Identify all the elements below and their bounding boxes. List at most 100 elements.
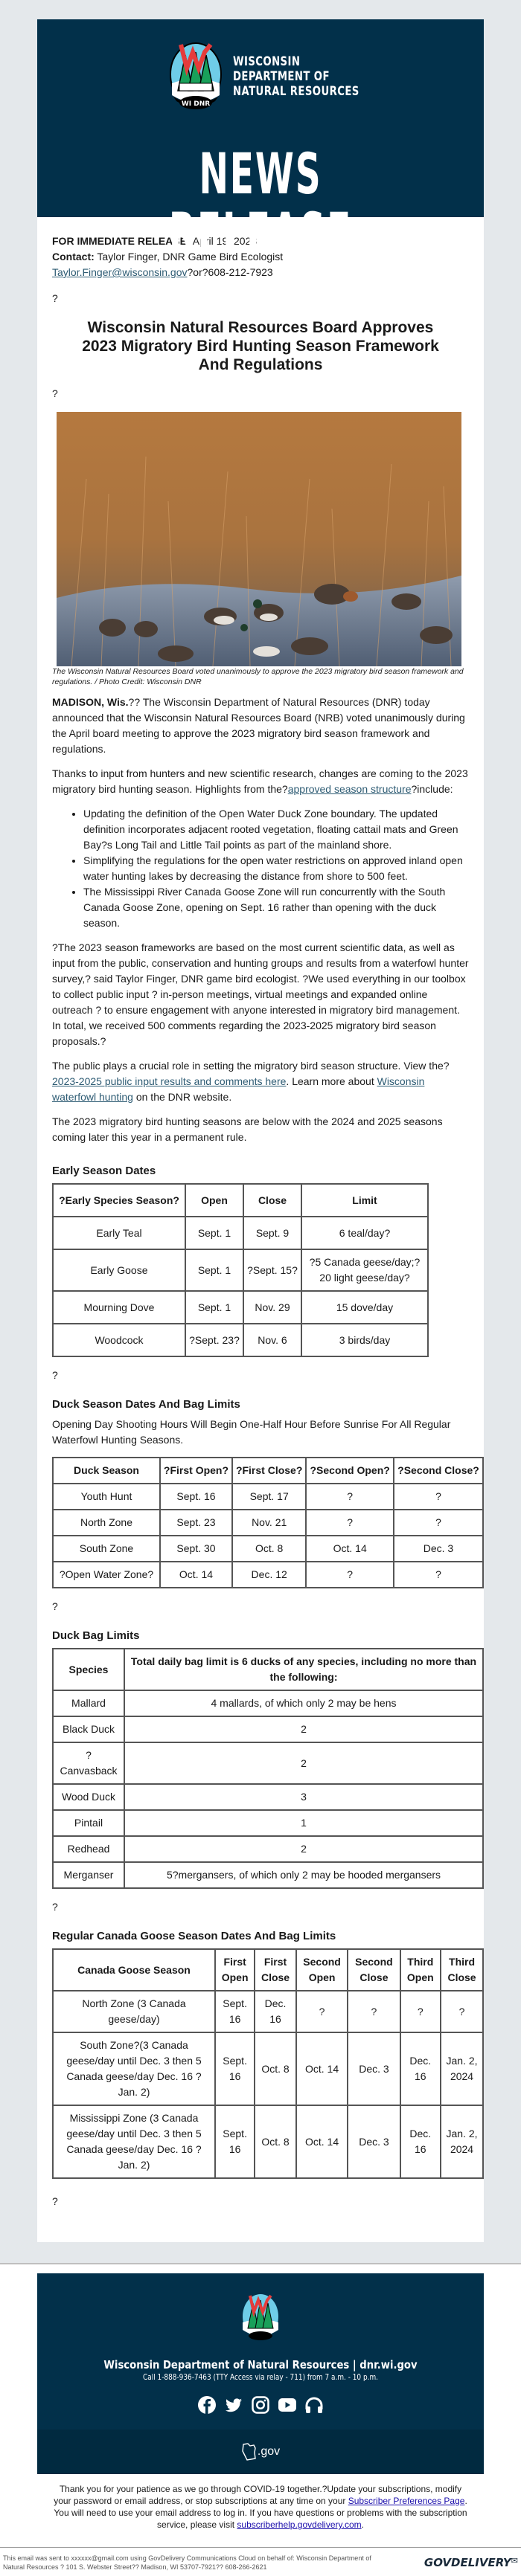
org-name: WISCONSIN DEPARTMENT OF NATURAL RESOURCE… xyxy=(233,54,361,99)
spacer-char: ? xyxy=(52,387,58,399)
duck-season-table: Duck Season ?First Open? ?First Close? ?… xyxy=(52,1457,485,1588)
table-cell: Mourning Dove xyxy=(52,1290,186,1324)
table-cell: Nov. 29 xyxy=(243,1290,302,1324)
table-header: Second Open xyxy=(295,1948,349,1991)
footer-phone: Call 1-888-936-7463 (TTY Access via rela… xyxy=(143,2373,378,2382)
subscriber-help-link[interactable]: subscriberhelp.govdelivery.com xyxy=(237,2519,361,2530)
paragraph-quote: ?The 2023 season frameworks are based on… xyxy=(52,941,469,1047)
table-cell: Dec. 3 xyxy=(392,1535,485,1562)
table-cell: Oct. 14 xyxy=(295,2105,349,2179)
wi-dnr-logo-icon: WI DNR xyxy=(170,42,222,109)
table-row: North Zone Sept. 23 Nov. 21 ? ? xyxy=(52,1509,485,1536)
logo-badge-text: WI DNR xyxy=(182,100,210,108)
table-cell: ?Sept. 23? xyxy=(185,1323,244,1357)
email-background: WI DNR WISCONSIN DEPARTMENT OF NATURAL R… xyxy=(0,0,521,2263)
paragraph-highlights: Thanks to input from hunters and new sci… xyxy=(52,766,469,797)
table-header: Limit xyxy=(301,1183,429,1217)
table-header: Canada Goose Season xyxy=(52,1948,216,1991)
table-row: Black Duck 2 xyxy=(52,1716,484,1743)
table-cell: Sept. 16 xyxy=(159,1483,233,1510)
list-item: Updating the definition of the Open Wate… xyxy=(83,806,469,853)
table-header: Close xyxy=(243,1183,302,1217)
header-banner: WI DNR WISCONSIN DEPARTMENT OF NATURAL R… xyxy=(37,19,484,263)
early-season-table: ?Early Species Season? Open Close Limit … xyxy=(52,1183,429,1357)
table-cell: Sept. 1 xyxy=(185,1290,244,1324)
table-cell: 15 dove/day xyxy=(301,1290,429,1324)
table-header: Second Close xyxy=(347,1948,401,1991)
headline: Wisconsin Natural Resources Board Approv… xyxy=(82,319,439,373)
facebook-icon[interactable] xyxy=(197,2395,217,2415)
gov-label[interactable]: .gov xyxy=(258,2445,280,2459)
twitter-icon[interactable] xyxy=(224,2395,243,2415)
duck-season-subtitle: Opening Day Shooting Hours Will Begin On… xyxy=(52,1418,451,1446)
govdelivery-logo[interactable]: GOVDELIVERY✉ xyxy=(424,2556,518,2569)
table-row: Early Goose Sept. 1 ?Sept. 15? ?5 Canada… xyxy=(52,1249,429,1292)
table-cell: Black Duck xyxy=(52,1716,125,1743)
wi-dnr-footer-logo-icon xyxy=(243,2294,278,2340)
table-cell: Oct. 8 xyxy=(254,2032,297,2106)
table-header-row: ?Early Species Season? Open Close Limit xyxy=(52,1183,429,1217)
photo-caption: The Wisconsin Natural Resources Board vo… xyxy=(52,667,464,686)
paragraph-public-role: The public plays a crucial role in setti… xyxy=(52,1058,469,1105)
goose-season-title: Regular Canada Goose Season Dates And Ba… xyxy=(52,1930,336,1942)
table-cell: Dec. 16 xyxy=(254,1990,297,2033)
table-header: ?Second Close? xyxy=(392,1457,485,1484)
podcast-icon[interactable] xyxy=(304,2395,324,2415)
list-item: The Mississippi River Canada Goose Zone … xyxy=(83,884,469,931)
table-cell: Pintail xyxy=(52,1809,125,1837)
table-header-row: Species Total daily bag limit is 6 ducks… xyxy=(52,1648,484,1691)
contact-email-link[interactable]: Taylor.Finger@wisconsin.gov xyxy=(52,266,188,278)
table-cell: ? xyxy=(295,1990,349,2033)
table-cell: Early Goose xyxy=(52,1249,186,1292)
table-cell: ?Sept. 15? xyxy=(243,1249,302,1292)
table-cell: Sept. 16 xyxy=(214,2105,256,2179)
table-cell: Oct. 8 xyxy=(254,2105,297,2179)
table-row: ? Canvasback 2 xyxy=(52,1742,484,1785)
table-row: Mississippi Zone (3 Canada geese/day unt… xyxy=(52,2105,484,2179)
spacer-char: ? xyxy=(52,1600,58,1612)
table-row: South Zone Sept. 30 Oct. 8 Oct. 14 Dec. … xyxy=(52,1535,485,1562)
youtube-icon[interactable] xyxy=(278,2395,297,2415)
table-cell: Sept. 9 xyxy=(243,1216,302,1250)
table-cell: 1 xyxy=(124,1809,484,1837)
footer-section: Wisconsin Department of Natural Resource… xyxy=(0,2263,521,2576)
table-row: Youth Hunt Sept. 16 Sept. 17 ? ? xyxy=(52,1483,485,1510)
table-cell: Redhead xyxy=(52,1835,125,1863)
public-role-text: The public plays a crucial role in setti… xyxy=(52,1060,450,1072)
spacer-char: ? xyxy=(52,292,58,304)
article-content: FOR IMMEDIATE RELEASE: April 19, 2023 Co… xyxy=(37,217,485,2242)
table-row: North Zone (3 Canada geese/day) Sept. 16… xyxy=(52,1990,484,2033)
table-cell: Mallard xyxy=(52,1690,125,1717)
news-release-title: NEWS RELEASE xyxy=(168,141,353,266)
public-input-results-link[interactable]: 2023-2025 public input results and comme… xyxy=(52,1075,286,1087)
table-cell: Nov. 21 xyxy=(231,1509,307,1536)
contact-phone: ?or?608-212-7923 xyxy=(187,266,273,278)
table-cell: Dec. 3 xyxy=(347,2032,401,2106)
envelope-icon: ✉ xyxy=(511,2556,518,2566)
table-cell: Oct. 14 xyxy=(305,1535,394,1562)
table-cell: Dec. 3 xyxy=(347,2105,401,2179)
table-header-row: Canada Goose Season First Open First Clo… xyxy=(52,1948,484,1991)
table-header: First Close xyxy=(254,1948,297,1991)
ducks-in-marsh-photo xyxy=(57,412,461,666)
table-cell: Sept. 23 xyxy=(159,1509,233,1536)
approved-season-structure-link[interactable]: approved season structure xyxy=(288,783,412,795)
table-header: First Open xyxy=(214,1948,256,1991)
table-header-row: Duck Season ?First Open? ?First Close? ?… xyxy=(52,1457,485,1484)
table-row: Merganser 5?mergansers, of which only 2 m… xyxy=(52,1861,484,1889)
govdelivery-brand: GOVDELIVERY xyxy=(423,2556,511,2569)
early-season-title: Early Season Dates xyxy=(52,1165,156,1177)
dnr-logo-row: WI DNR WISCONSIN DEPARTMENT OF NATURAL R… xyxy=(37,42,484,112)
table-cell: Woodcock xyxy=(52,1323,186,1357)
table-header: Open xyxy=(185,1183,244,1217)
table-header: ?Second Open? xyxy=(305,1457,394,1484)
subscriber-preferences-link[interactable]: Subscriber Preferences Page xyxy=(348,2496,465,2506)
wisconsin-state-outline-icon xyxy=(242,2443,256,2461)
table-cell: Merganser xyxy=(52,1861,125,1889)
table-cell: South Zone xyxy=(52,1535,161,1562)
list-item: Simplifying the regulations for the open… xyxy=(83,853,469,884)
table-row: Woodcock ?Sept. 23? Nov. 6 3 birds/day xyxy=(52,1323,429,1357)
duck-bag-title: Duck Bag Limits xyxy=(52,1629,140,1642)
instagram-icon[interactable] xyxy=(251,2395,270,2415)
table-cell: Sept. 1 xyxy=(185,1216,244,1250)
